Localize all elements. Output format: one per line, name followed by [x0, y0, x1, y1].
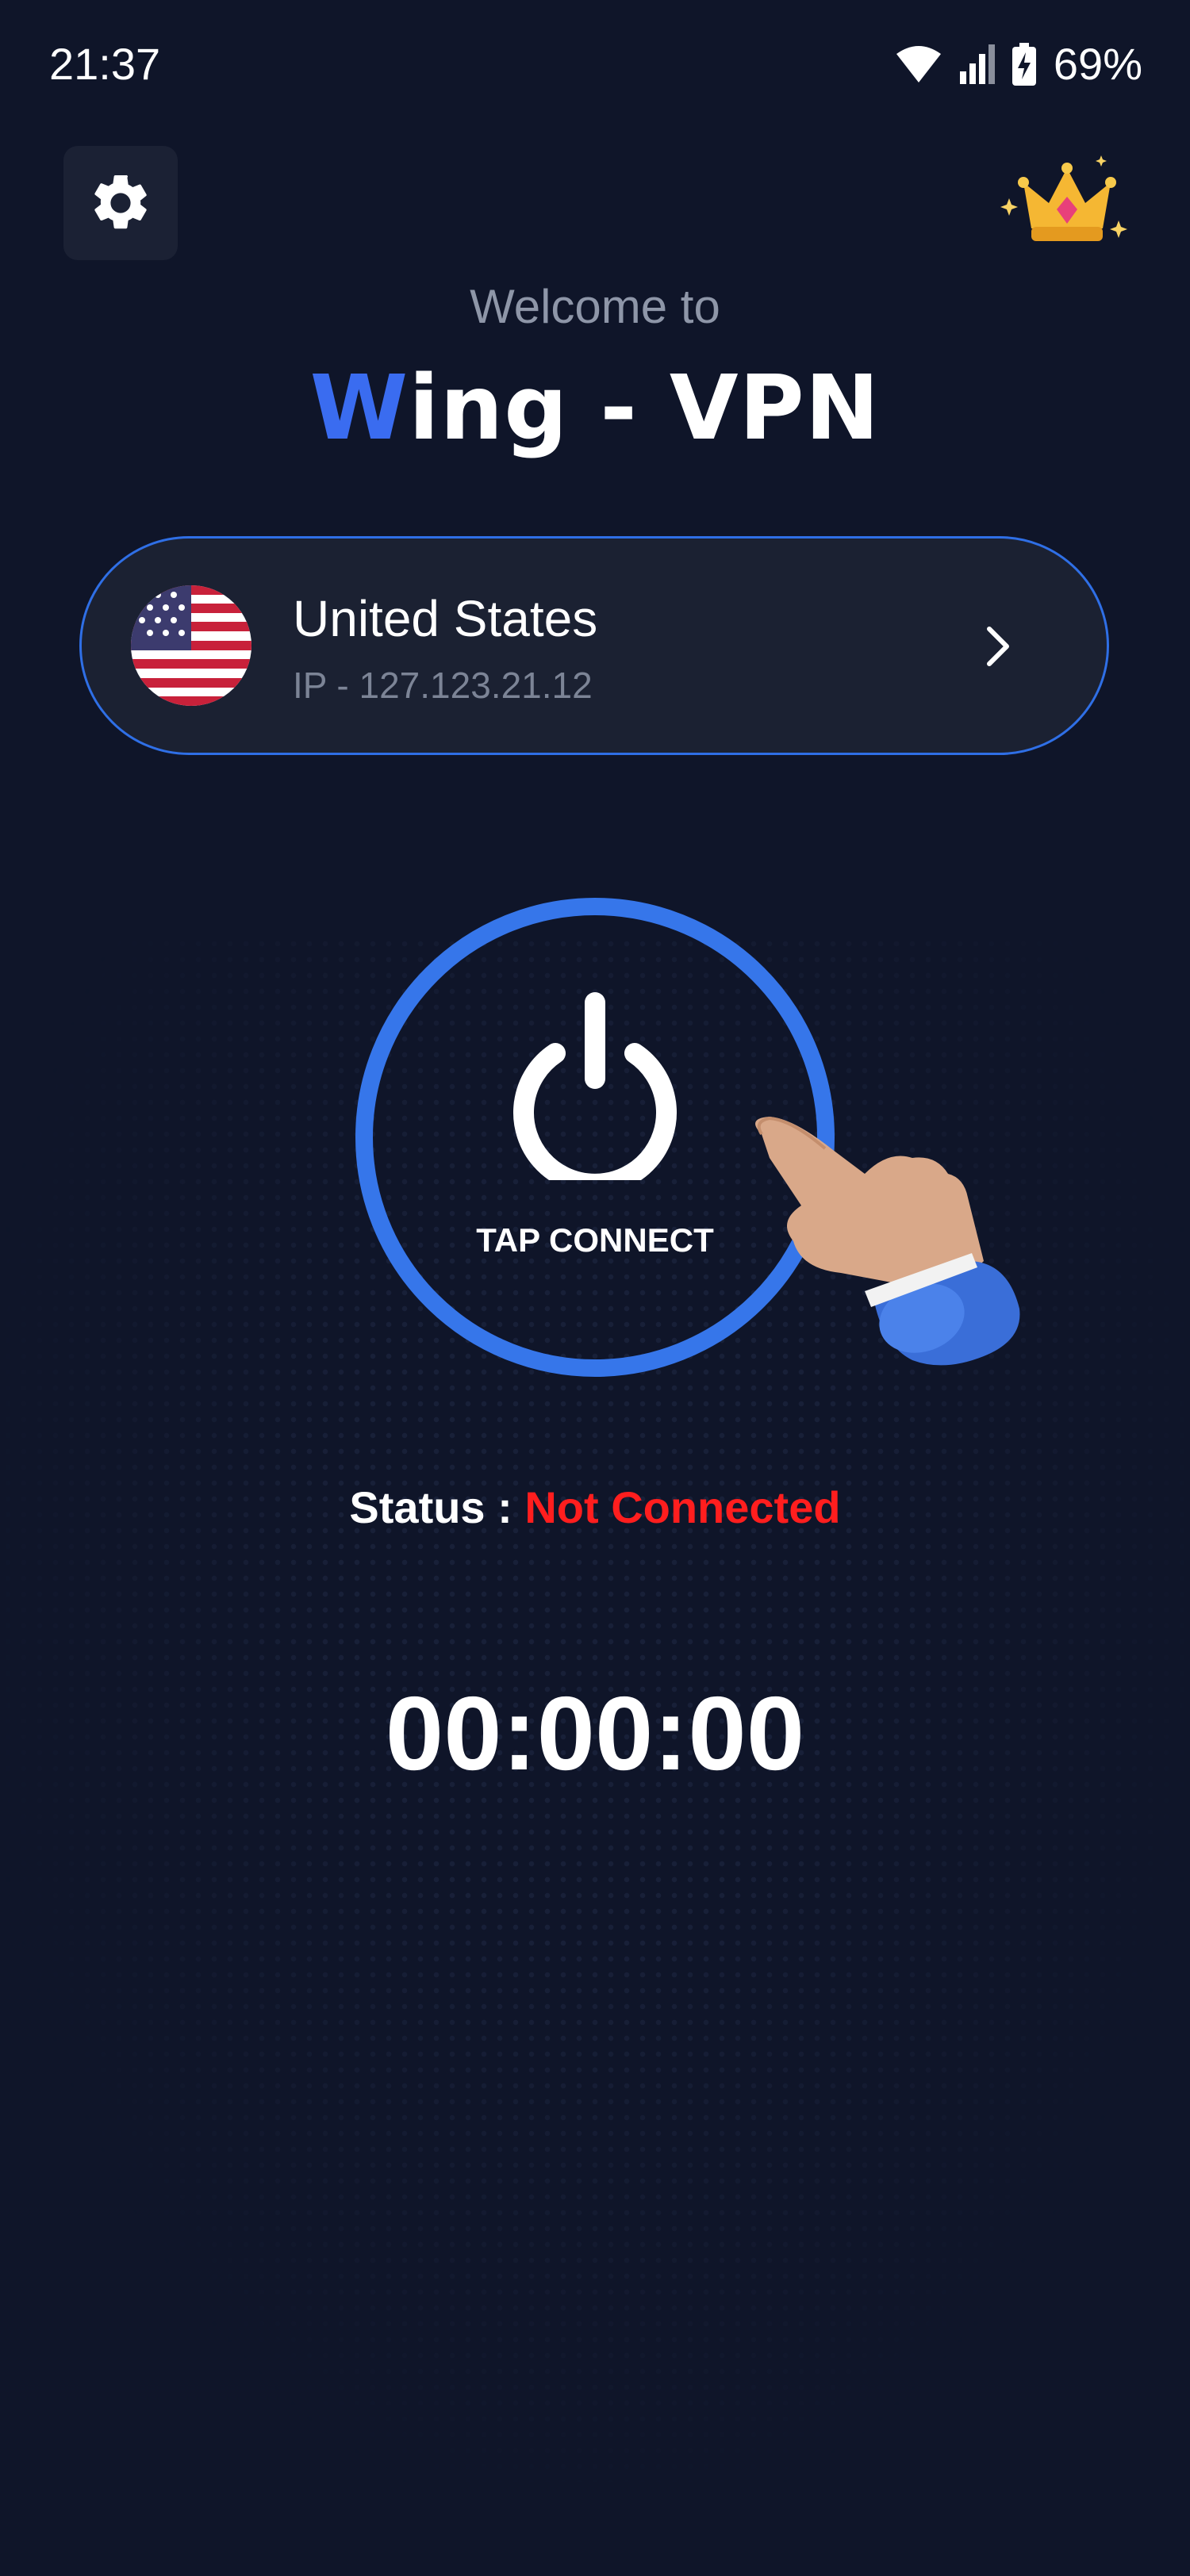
app-title: Wing - VPN — [0, 357, 1190, 460]
server-selector[interactable]: United States IP - 127.123.21.12 — [79, 536, 1109, 755]
server-ip: IP - 127.123.21.12 — [293, 665, 593, 706]
signal-icon — [959, 44, 995, 84]
status-value: Not Connected — [524, 1482, 841, 1532]
welcome-text: Welcome to — [470, 280, 720, 333]
wifi-icon — [896, 45, 941, 82]
app-title-accent: W — [309, 357, 409, 460]
status-bar: 21:37 69% — [0, 0, 1190, 135]
crown-icon — [1000, 155, 1127, 241]
us-flag-icon — [131, 585, 251, 706]
status-time: 21:37 — [49, 39, 161, 89]
server-country: United States — [293, 590, 598, 647]
gear-icon — [94, 174, 147, 229]
app-title-rest: ing - VPN — [409, 357, 881, 460]
connection-status: Status : Not Connected — [0, 1482, 1190, 1533]
system-icons: 69% — [895, 38, 1142, 90]
premium-button[interactable] — [1000, 151, 1134, 254]
settings-button[interactable] — [63, 146, 178, 260]
battery-percent: 69% — [1053, 39, 1142, 89]
power-icon — [513, 992, 677, 1180]
pointing-hand-icon — [755, 1116, 1020, 1366]
status-label: Status : — [349, 1482, 525, 1532]
battery-charging-icon — [1012, 42, 1036, 86]
chevron-right-icon — [987, 627, 1009, 666]
connection-timer: 00:00:00 — [385, 1675, 805, 1792]
